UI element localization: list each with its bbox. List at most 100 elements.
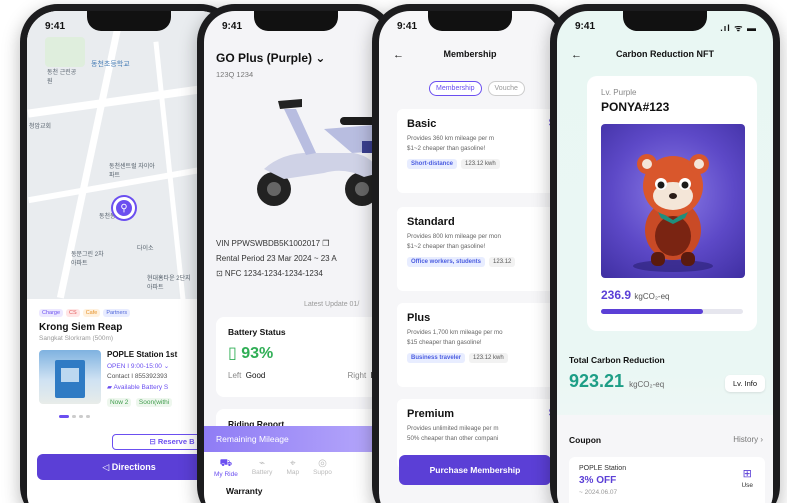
station-card[interactable]: POPLE Station 1st OPEN I 9:00-15:00 ⌄ Co… (39, 350, 219, 409)
total-carbon-label: Total Carbon Reduction (569, 355, 665, 365)
place-subtitle: Sangkat Slorkram (500m) (39, 335, 114, 342)
map-label: 동천 근린공원 (47, 70, 77, 85)
tab-my-ride[interactable]: ⛟ My Ride (214, 458, 238, 503)
tab-map[interactable]: ⌖ Map (286, 458, 299, 503)
qr-code-icon: ⊞ (742, 468, 752, 480)
support-icon: ◎ (318, 458, 327, 469)
tag-partners[interactable]: Partners (103, 309, 131, 317)
map-label: 다이소 (137, 246, 154, 252)
tab-voucher[interactable]: Vouche (487, 81, 525, 96)
tag-cs[interactable]: CS (66, 309, 80, 317)
battery-icon: ⌁ (259, 458, 266, 469)
coupon-discount: 3% OFF (579, 475, 617, 486)
nav-bar: ← Carbon Reduction NFT (557, 49, 773, 69)
tag-cafe[interactable]: Cafe (82, 309, 101, 317)
plan-energy-chip: 123.12 kwh (461, 159, 500, 169)
tab-support[interactable]: ◎ Suppo (313, 458, 332, 503)
plan-description: Provides unlimited mileage per m (407, 425, 499, 432)
vehicle-selector[interactable]: GO Plus (Purple) ⌄ (216, 51, 325, 65)
plan-card-basic[interactable]: Basic $ Provides 360 km mileage per m $1… (397, 109, 557, 193)
right-label: Right (347, 371, 367, 380)
battery-title: Battery Status (228, 327, 286, 337)
location-pin-icon[interactable]: ⚲ (113, 197, 135, 219)
coupon-card[interactable]: POPLE Station 3% OFF ~ 2024.06.07 ⊞ Use (569, 457, 765, 503)
tab-battery[interactable]: ⌁ Battery (252, 458, 273, 503)
carousel-dots (59, 415, 219, 418)
use-coupon-button[interactable]: ⊞ Use (741, 467, 753, 489)
coupon-expiry: ~ 2024.06.07 (579, 489, 618, 496)
phone-nft: 9:41 .ıl ᯤ ▬ ← Carbon Reduction NFT Lv. … (550, 4, 780, 503)
latest-update: Latest Update 01/ (304, 301, 360, 308)
plan-card-plus[interactable]: Plus Provides 1,700 km mileage per mo $1… (397, 303, 557, 387)
nft-card[interactable]: Lv. Purple PONYA#123 236.9 kgCO₂-eq (587, 76, 757, 331)
carbon-progress-fill (601, 309, 704, 314)
plan-description-2: 50% cheaper than other compani (407, 435, 499, 442)
phone-membership: 9:41 ← Membership Membership Vouche Basi… (372, 4, 568, 503)
total-carbon-value: 923.21 kgCO₂-eq (569, 371, 665, 391)
plan-energy-chip: 123.12 (489, 257, 516, 267)
plan-card-standard[interactable]: Standard Provides 800 km mileage per mon… (397, 207, 557, 291)
plan-description: Provides 1,700 km mileage per mo (407, 329, 503, 336)
remaining-mileage-bar[interactable]: Remaining Mileage (204, 426, 388, 452)
status-time: 9:41 (397, 21, 418, 32)
status-time: 9:41 (222, 21, 243, 32)
battery-status-card[interactable]: Battery Status ▯ 93% Left Good Right B (216, 317, 388, 397)
nft-carbon-value: 236.9 kgCO₂-eq (601, 288, 670, 302)
nav-bar: ← Membership (379, 49, 561, 69)
plan-name: Plus (407, 312, 431, 324)
scooter-image (257, 99, 383, 206)
plan-description-2: $1~2 cheaper than gasoline! (407, 243, 486, 250)
vin[interactable]: VIN PPWSWBDB5K1002017 ❐ (216, 236, 337, 251)
plan-energy-chip: 123.12 kwh (469, 353, 508, 363)
lv-info-button[interactable]: Lv. Info (724, 375, 765, 392)
red-panda-nft-image (601, 124, 745, 278)
map-label: 청암교회 (29, 124, 52, 130)
coupon-station: POPLE Station (579, 465, 627, 472)
map-icon: ⌖ (289, 458, 296, 469)
plan-description-2: $1~2 cheaper than gasoline! (407, 145, 486, 152)
plan-description: Provides 800 km mileage per mon (407, 233, 501, 240)
battery-soon-count: Soon(withi (135, 398, 173, 407)
vehicle-plate: 123Q 1234 (216, 70, 254, 79)
plan-audience-chip: Office workers, students (407, 257, 486, 267)
back-arrow-icon[interactable]: ← (393, 49, 404, 61)
tag-charge[interactable]: Charge (39, 309, 64, 317)
directions-button[interactable]: ◁ Directions (37, 454, 221, 480)
map-park (45, 37, 85, 67)
rental-period: Rental Period 23 Mar 2024 ~ 23 A (216, 254, 337, 263)
map-poi: 동천초등학교 (91, 61, 130, 68)
purchase-membership-button[interactable]: Purchase Membership (399, 455, 551, 485)
nfc-number: ⊡ NFC 1234-1234-1234-1234 (216, 269, 323, 278)
plan-description-2: $15 cheaper than gasoline! (407, 339, 482, 346)
back-arrow-icon[interactable]: ← (571, 49, 582, 61)
station-hours[interactable]: OPEN I 9:00-15:00 ⌄ (107, 362, 177, 370)
segment-control: Membership Vouche (429, 81, 525, 96)
coupon-section: Coupon History › POPLE Station 3% OFF ~ … (557, 415, 773, 503)
status-time: 9:41 (45, 21, 66, 32)
map-label: 동천센트럴 자이아파트 (109, 164, 155, 179)
station-photo (39, 350, 101, 404)
battery-percent: ▯ 93% (228, 345, 274, 362)
tab-membership[interactable]: Membership (429, 81, 482, 96)
vehicle-details: VIN PPWSWBDB5K1002017 ❐ Rental Period 23… (216, 236, 337, 281)
map-label: 현대홈타운 2단지아파트 (147, 276, 191, 291)
plan-name: Standard (407, 216, 455, 228)
available-battery: ▰ Available Battery S (107, 384, 169, 391)
app-showcase: 9:41 동천초등학교 동천 근린공원 청암교회 동천센트럴 자이아파트 동천동… (0, 0, 787, 503)
nft-name: PONYA#123 (601, 100, 670, 114)
phone-notch (254, 11, 338, 31)
nft-screen: 9:41 .ıl ᯤ ▬ ← Carbon Reduction NFT Lv. … (557, 11, 773, 503)
carbon-progress-bar (601, 309, 743, 314)
warranty-heading: Warranty (226, 486, 263, 496)
plan-name: Premium (407, 408, 455, 420)
plan-name: Basic (407, 118, 437, 130)
page-title: Carbon Reduction NFT (616, 49, 714, 59)
place-name: Krong Siem Reap (39, 322, 123, 333)
vehicle-screen: 9:41 GO Plus (Purple) ⌄ 123Q 1234 VIN PP… (204, 11, 388, 503)
phone-notch (87, 11, 171, 31)
phone-vehicle: 9:41 GO Plus (Purple) ⌄ 123Q 1234 VIN PP… (197, 4, 395, 503)
filter-tags: Charge CS Cafe Partners (39, 309, 219, 317)
scooter-icon: ⛟ (219, 458, 233, 469)
history-link[interactable]: History › (733, 435, 763, 444)
station-contact: Contact I 855392393 (107, 373, 168, 380)
